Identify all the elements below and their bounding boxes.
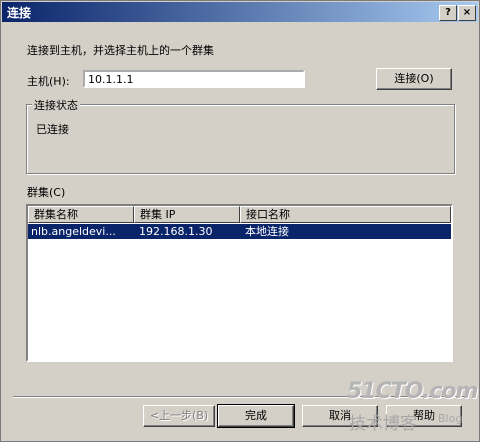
cluster-name-cell: nlb.angeldevi...: [31, 225, 116, 238]
interface-name-cell: 本地连接: [245, 225, 289, 238]
connect-dialog: 连接 ? × 连接到主机，并选择主机上的一个群集 主机(H): 连接(O) 连接…: [0, 0, 480, 442]
table-row[interactable]: nlb.angeldevi... 192.168.1.30 本地连接: [28, 224, 451, 239]
column-header-interface-name[interactable]: 接口名称: [240, 206, 451, 223]
column-header-cluster-name[interactable]: 群集名称: [28, 206, 134, 223]
help-icon[interactable]: ?: [439, 5, 457, 21]
host-label: 主机(H):: [27, 75, 70, 88]
status-text: 已连接: [36, 123, 69, 136]
watermark-blog: Blog: [438, 412, 463, 425]
status-group-label: 连接状态: [32, 97, 80, 113]
host-input[interactable]: [83, 70, 305, 88]
status-group: [26, 104, 455, 174]
cluster-ip-cell: 192.168.1.30: [139, 225, 213, 238]
connect-button[interactable]: 连接(O): [376, 68, 452, 90]
back-button[interactable]: <上一步(B): [143, 405, 215, 427]
close-icon[interactable]: ×: [458, 5, 476, 21]
clusters-label: 群集(C): [27, 186, 66, 199]
finish-button[interactable]: 完成: [217, 404, 295, 428]
watermark-subtitle: 技术博客: [349, 414, 417, 434]
title-bar[interactable]: 连接 ? ×: [2, 2, 478, 22]
window-title: 连接: [7, 6, 32, 20]
watermark-brand: 51CTO.com: [347, 379, 478, 404]
column-header-cluster-ip[interactable]: 群集 IP: [134, 206, 240, 223]
instruction-text: 连接到主机，并选择主机上的一个群集: [27, 44, 214, 57]
clusters-list[interactable]: 群集名称 群集 IP 接口名称 nlb.angeldevi... 192.168…: [26, 204, 453, 362]
